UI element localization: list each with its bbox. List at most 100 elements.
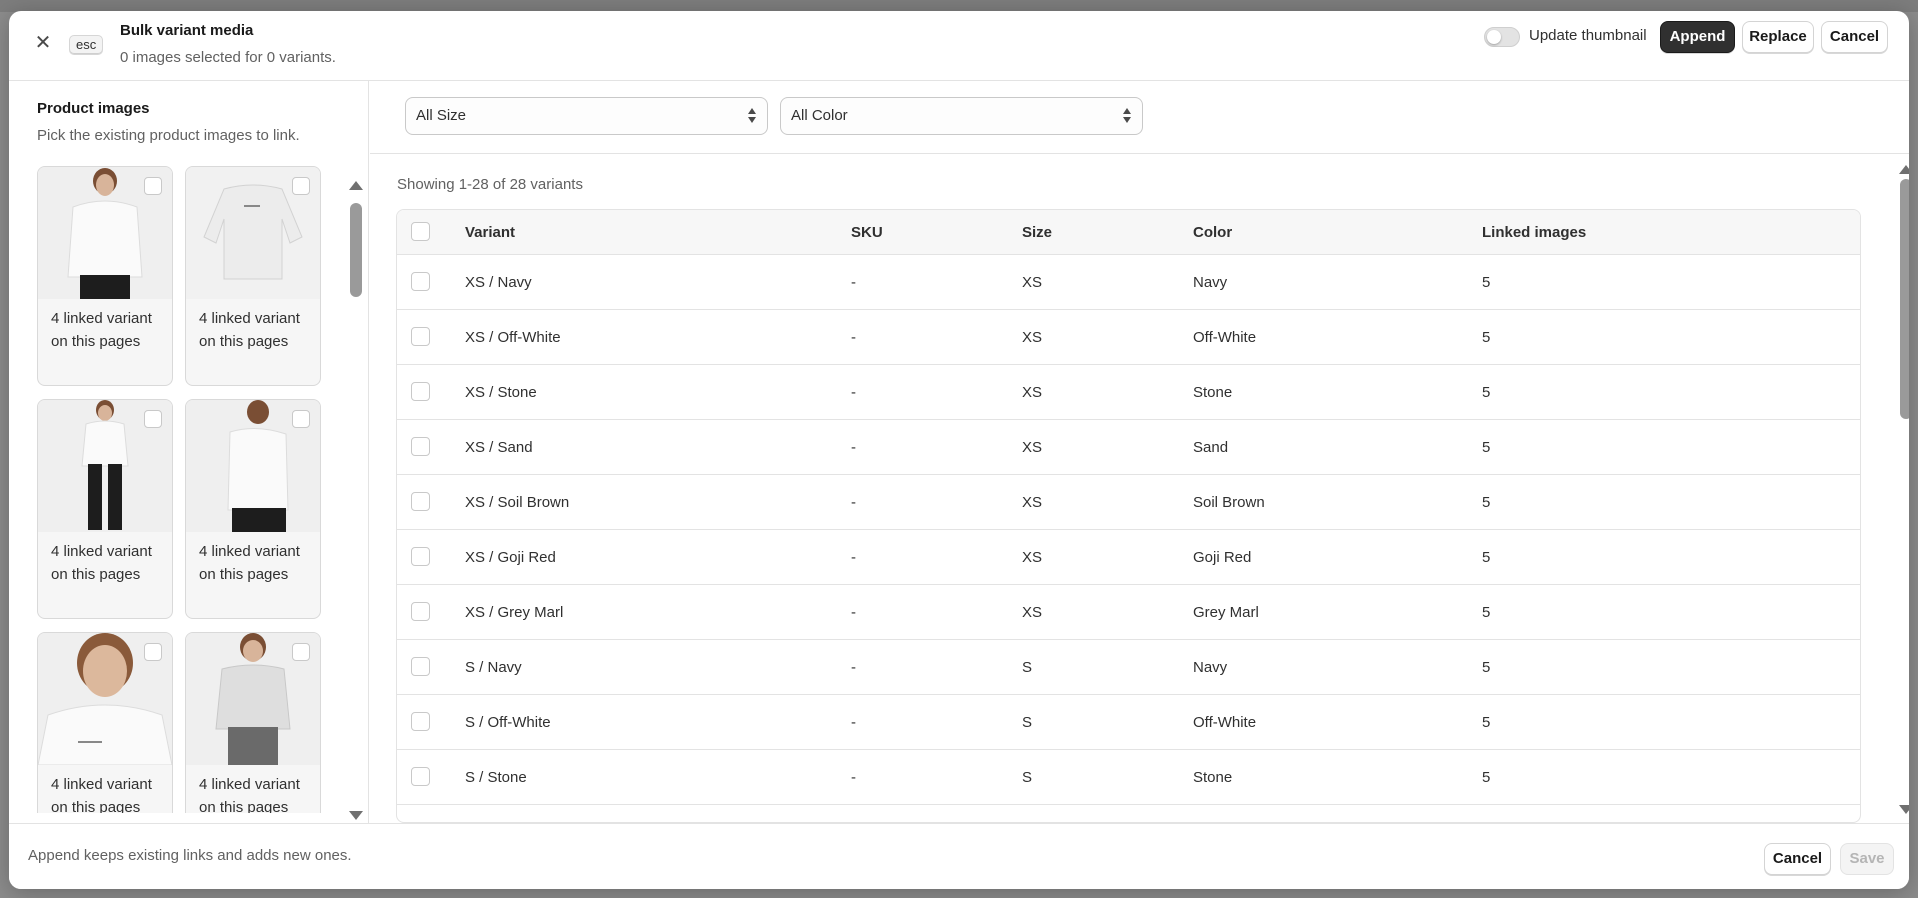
table-row[interactable]: XS / Goji Red - XS Goji Red 5 <box>397 530 1860 585</box>
scroll-up-arrow-icon[interactable] <box>349 181 363 190</box>
column-header-sku[interactable]: SKU <box>851 210 883 255</box>
row-checkbox[interactable] <box>411 657 430 676</box>
variant-name: XS / Navy <box>465 274 532 291</box>
column-header-color[interactable]: Color <box>1193 210 1232 255</box>
variant-linked-images: 5 <box>1482 494 1491 511</box>
scrollbar-thumb[interactable] <box>350 203 362 297</box>
table-row[interactable]: XS / Navy - XS Navy 5 <box>397 255 1860 310</box>
color-filter-value: All Color <box>791 107 848 124</box>
table-row[interactable]: XS / Soil Brown - XS Soil Brown 5 <box>397 475 1860 530</box>
toggle-knob <box>1487 30 1501 44</box>
image-card-caption: 4 linked variant on this pages <box>199 776 300 813</box>
row-checkbox[interactable] <box>411 382 430 401</box>
image-select-checkbox[interactable] <box>292 410 310 428</box>
table-row[interactable]: S / Navy - S Navy 5 <box>397 640 1860 695</box>
variant-name: XS / Sand <box>465 439 533 456</box>
save-button[interactable]: Save <box>1840 843 1894 875</box>
close-icon[interactable]: ✕ <box>33 33 53 53</box>
scrollbar-thumb[interactable] <box>1900 179 1909 419</box>
update-thumbnail-toggle[interactable] <box>1484 27 1520 47</box>
scroll-down-arrow-icon[interactable] <box>349 811 363 820</box>
image-select-checkbox[interactable] <box>292 643 310 661</box>
image-grid-scrollbar[interactable] <box>349 181 363 821</box>
image-card-caption: 4 linked variant on this pages <box>51 310 152 350</box>
image-card[interactable]: 4 linked variant on this pages <box>185 399 321 619</box>
variant-size: XS <box>1022 329 1043 346</box>
row-checkbox[interactable] <box>411 767 430 786</box>
table-row[interactable]: S / Off-White - S Off-White 5 <box>397 695 1860 750</box>
variant-linked-images: 5 <box>1482 659 1491 676</box>
scroll-up-arrow-icon[interactable] <box>1899 165 1909 174</box>
image-select-checkbox[interactable] <box>292 177 310 195</box>
variant-name: XS / Goji Red <box>465 549 556 566</box>
filter-bar: All Size All Color <box>370 81 1909 154</box>
variant-linked-images: 5 <box>1482 769 1491 786</box>
column-header-variant[interactable]: Variant <box>465 210 515 255</box>
variant-size: XS <box>1022 439 1043 456</box>
row-checkbox[interactable] <box>411 602 430 621</box>
row-checkbox[interactable] <box>411 712 430 731</box>
cancel-button-bottom[interactable]: Cancel <box>1764 843 1831 875</box>
variants-panel: All Size All Color Showing 1-28 of 28 va… <box>370 81 1909 823</box>
variant-color: Off-White <box>1193 714 1257 731</box>
image-card[interactable]: 4 linked variant on this pages <box>37 166 173 386</box>
variant-linked-images: 5 <box>1482 274 1491 291</box>
variant-size: XS <box>1022 494 1043 511</box>
scroll-down-arrow-icon[interactable] <box>1899 805 1909 814</box>
update-thumbnail-label: Update thumbnail <box>1529 27 1647 44</box>
modal-footer: Append keeps existing links and adds new… <box>9 823 1909 889</box>
image-card[interactable]: 4 linked variant on this pages <box>185 632 321 813</box>
variant-size: XS <box>1022 384 1043 401</box>
row-checkbox[interactable] <box>411 327 430 346</box>
table-row[interactable]: XS / Stone - XS Stone 5 <box>397 365 1860 420</box>
select-caret-icon <box>1122 106 1132 126</box>
size-filter-select[interactable]: All Size <box>405 97 768 135</box>
image-select-checkbox[interactable] <box>144 410 162 428</box>
variants-scrollbar[interactable] <box>1899 165 1909 815</box>
table-row[interactable]: XS / Off-White - XS Off-White 5 <box>397 310 1860 365</box>
replace-button[interactable]: Replace <box>1742 21 1814 53</box>
variant-color: Goji Red <box>1193 549 1252 566</box>
image-card[interactable]: 4 linked variant on this pages <box>37 632 173 813</box>
select-caret-icon <box>747 106 757 126</box>
variant-size: S <box>1022 659 1033 676</box>
variants-table: Variant SKU Size Color Linked images XS … <box>396 209 1861 823</box>
modal-header: ✕ esc Bulk variant media 0 images select… <box>9 11 1909 81</box>
table-row[interactable]: XS / Grey Marl - XS Grey Marl 5 <box>397 585 1860 640</box>
variant-sku: - <box>851 549 856 566</box>
product-image-grid: 4 linked variant on this pages 4 linked … <box>37 166 327 813</box>
variant-color: Off-White <box>1193 329 1257 346</box>
image-select-checkbox[interactable] <box>144 643 162 661</box>
image-select-checkbox[interactable] <box>144 177 162 195</box>
variant-sku: - <box>851 714 856 731</box>
product-images-title: Product images <box>37 100 150 117</box>
table-row[interactable]: XS / Sand - XS Sand 5 <box>397 420 1860 475</box>
variant-sku: - <box>851 274 856 291</box>
row-checkbox[interactable] <box>411 547 430 566</box>
column-header-size[interactable]: Size <box>1022 210 1052 255</box>
variant-linked-images: 5 <box>1482 329 1491 346</box>
column-header-linked-images[interactable]: Linked images <box>1482 210 1586 255</box>
row-checkbox[interactable] <box>411 272 430 291</box>
product-images-subtitle: Pick the existing product images to link… <box>37 127 300 144</box>
variant-linked-images: 5 <box>1482 384 1491 401</box>
variant-size: S <box>1022 769 1033 786</box>
variant-sku: - <box>851 329 856 346</box>
variant-size: XS <box>1022 549 1043 566</box>
image-card[interactable]: 4 linked variant on this pages <box>185 166 321 386</box>
image-card[interactable]: 4 linked variant on this pages <box>37 399 173 619</box>
table-row[interactable]: S / Stone - S Stone 5 <box>397 750 1860 805</box>
append-button[interactable]: Append <box>1660 21 1735 53</box>
row-checkbox[interactable] <box>411 492 430 511</box>
variant-name: S / Stone <box>465 769 527 786</box>
variant-linked-images: 5 <box>1482 604 1491 621</box>
variant-sku: - <box>851 769 856 786</box>
select-all-checkbox[interactable] <box>411 222 430 241</box>
variant-sku: - <box>851 604 856 621</box>
variant-color: Navy <box>1193 659 1228 676</box>
color-filter-select[interactable]: All Color <box>780 97 1143 135</box>
cancel-button-top[interactable]: Cancel <box>1821 21 1888 53</box>
row-checkbox[interactable] <box>411 437 430 456</box>
variant-size: XS <box>1022 604 1043 621</box>
variant-linked-images: 5 <box>1482 714 1491 731</box>
